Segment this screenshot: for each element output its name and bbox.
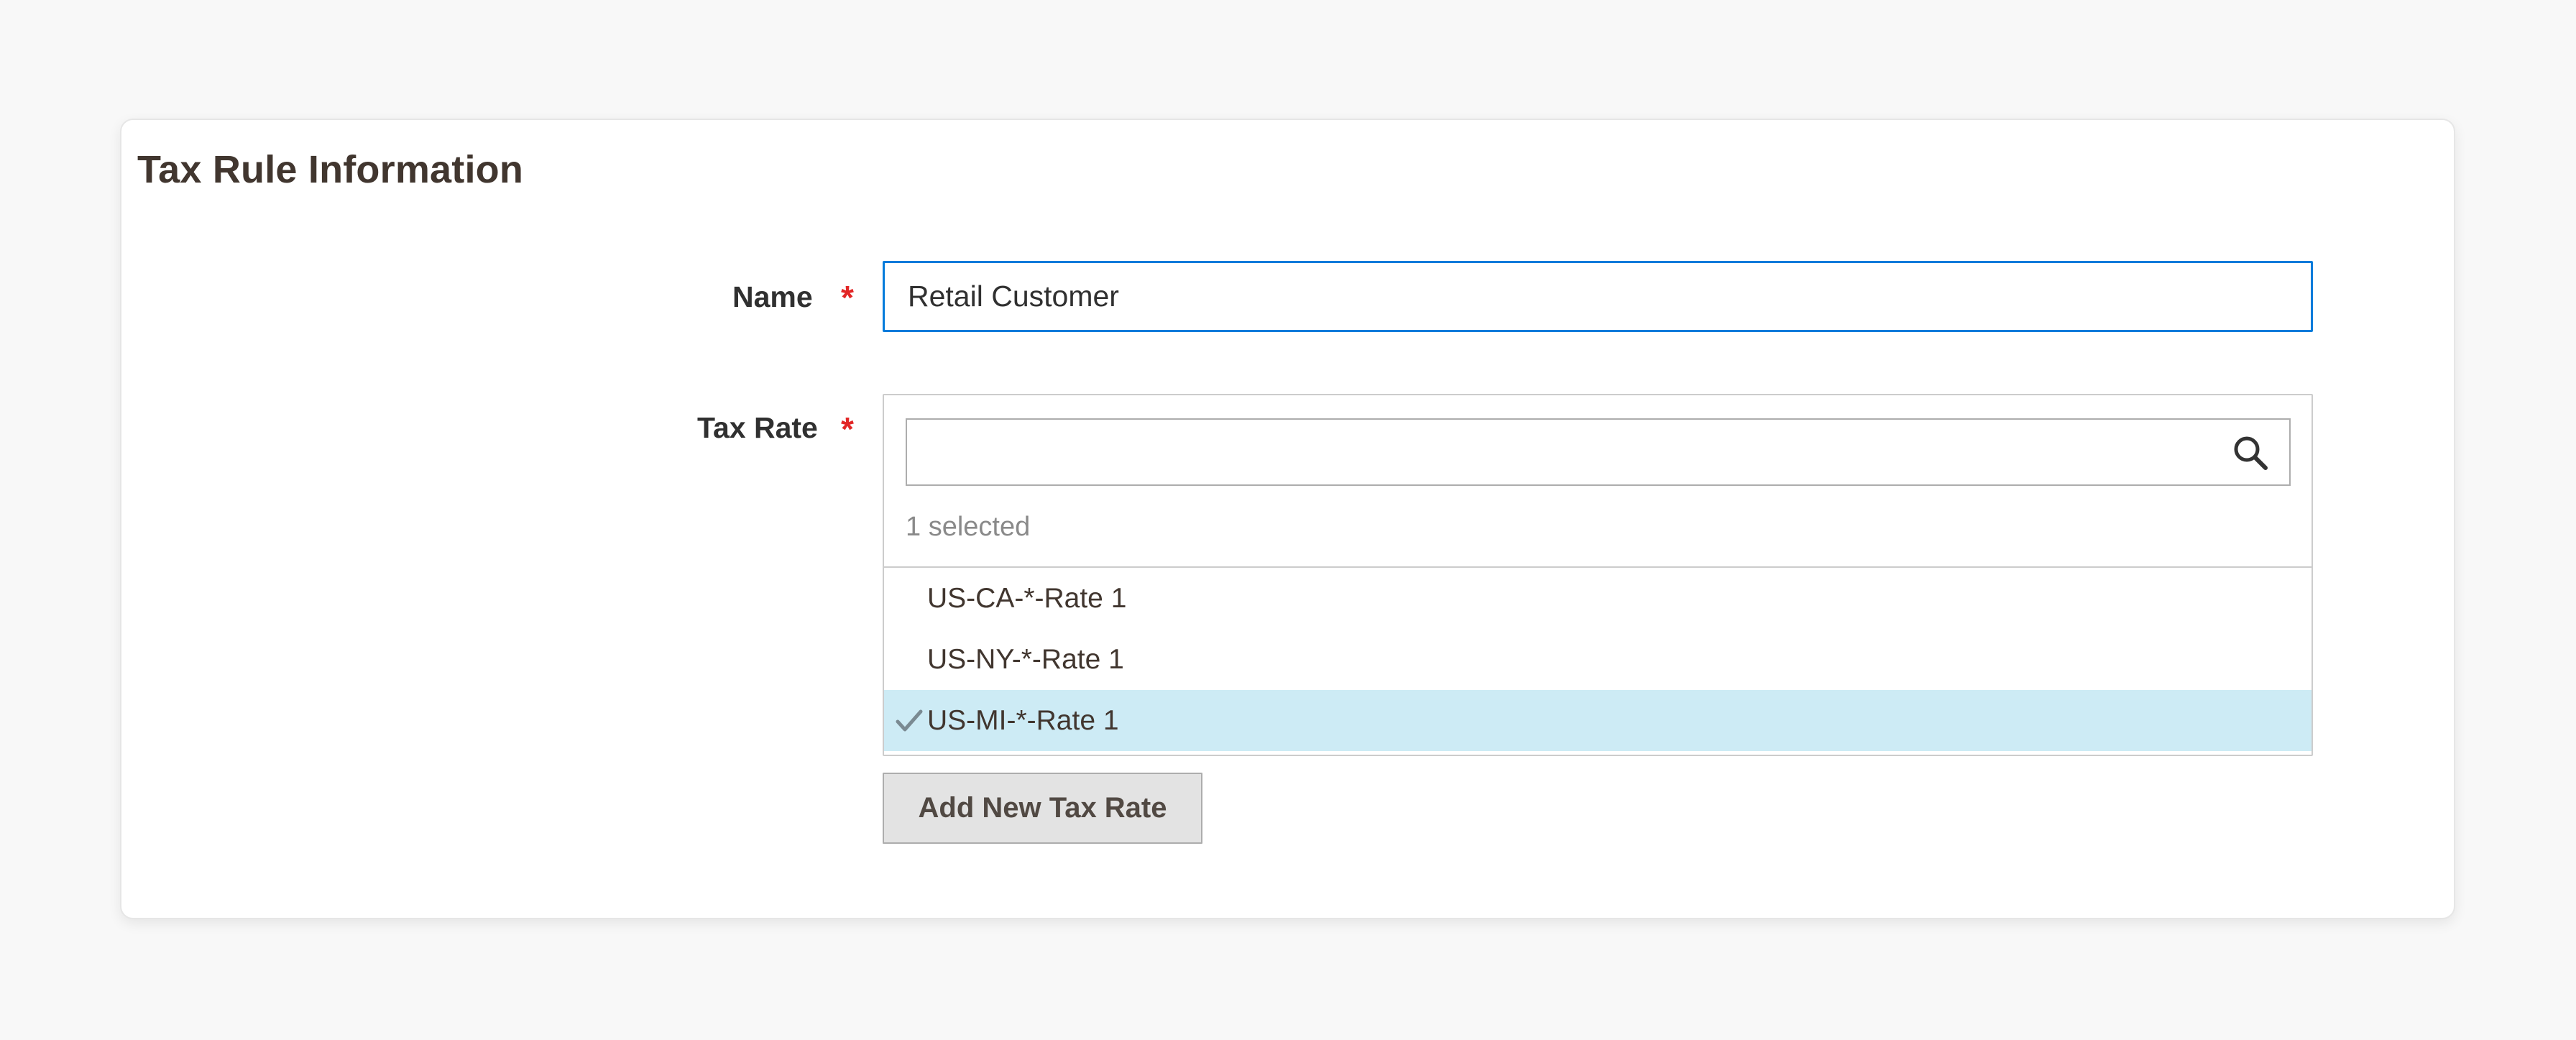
check-icon [896,709,923,732]
tax-rate-option-us-mi[interactable]: US-MI-*-Rate 1 [884,690,2312,751]
add-new-tax-rate-button[interactable]: Add New Tax Rate [883,773,1202,844]
tax-rate-option-us-ca[interactable]: US-CA-*-Rate 1 [884,568,2312,629]
name-required-marker-page: * [841,279,854,316]
name-input-page[interactable]: Retail Customer [883,261,2313,332]
tax-rate-options-list: US-CA-*-Rate 1 US-NY-*-Rate 1 US-MI-*-Ra… [884,566,2312,751]
option-label: US-MI-*-Rate 1 [927,704,1119,736]
option-label: US-CA-*-Rate 1 [927,582,1127,614]
tax-rate-multiselect: 1 selected US-CA-*-Rate 1 US-NY-*-Rate 1… [883,394,2313,756]
tax-rate-search-input[interactable] [907,420,2289,484]
option-label: US-NY-*-Rate 1 [927,643,1124,675]
tax-rate-search-box[interactable] [906,418,2291,486]
selected-count: 1 selected [906,512,1031,542]
name-input-value: Retail Customer [908,280,1119,313]
tax-rate-label: Tax Rate [697,411,818,444]
tax-rate-option-us-ny[interactable]: US-NY-*-Rate 1 [884,629,2312,690]
tax-rate-required-marker: * [841,410,854,448]
section-title: Tax Rule Information [137,148,524,191]
name-label-page: Name [732,280,813,313]
search-icon[interactable] [2232,434,2269,471]
